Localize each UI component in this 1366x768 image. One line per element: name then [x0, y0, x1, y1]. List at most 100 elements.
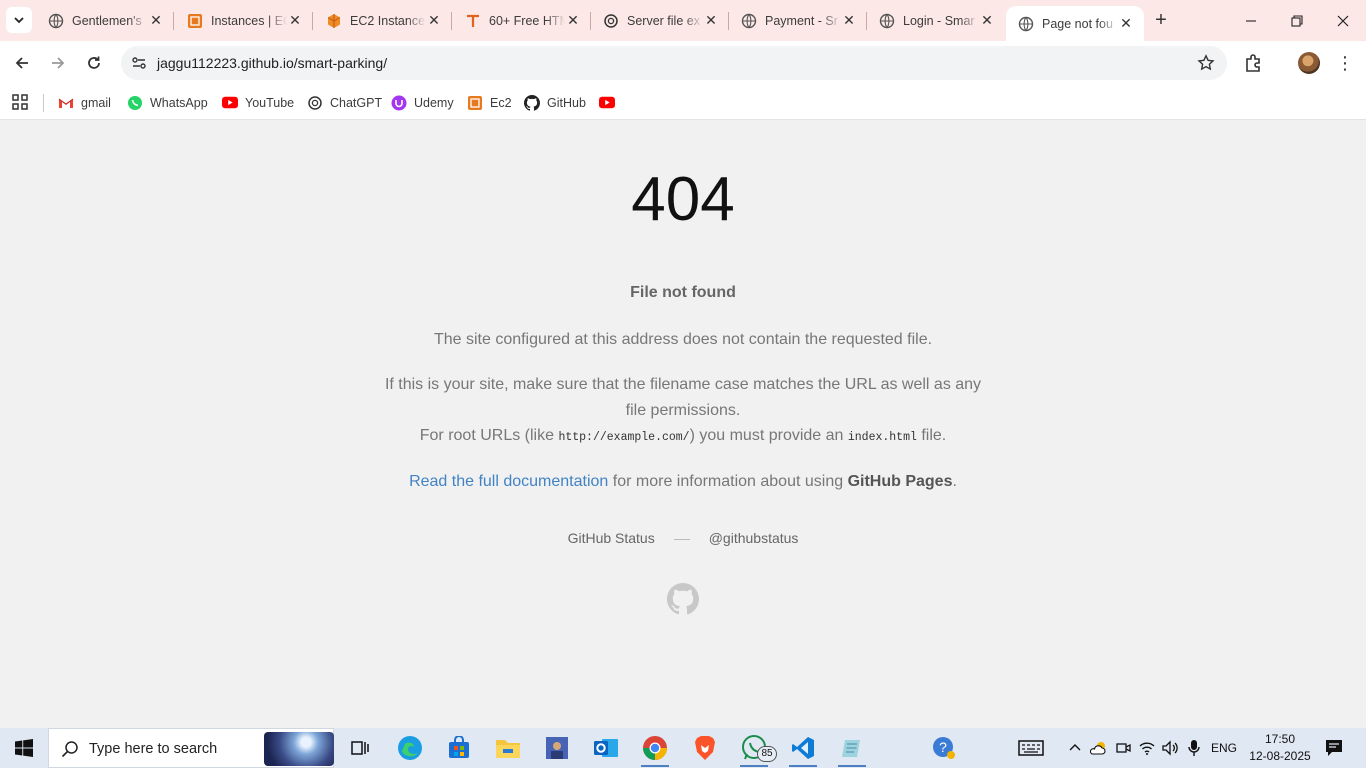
svg-text:?: ?	[939, 739, 947, 755]
taskbar-store[interactable]	[437, 728, 481, 768]
taskbar-notepad[interactable]	[830, 728, 874, 768]
close-tab-icon[interactable]: ✕	[841, 12, 857, 29]
close-tab-icon[interactable]: ✕	[565, 12, 581, 29]
bookmark-star-icon[interactable]	[1197, 54, 1215, 72]
chatgpt-icon	[307, 95, 323, 111]
tab-server-file[interactable]: Server file ex ✕	[591, 0, 729, 41]
youtube-icon	[599, 95, 615, 111]
udemy-icon	[391, 95, 407, 111]
bookmark-udemy[interactable]: Udemy	[391, 85, 454, 120]
footer-links: GitHub Status @githubstatus	[0, 530, 1366, 546]
close-tab-icon[interactable]: ✕	[287, 12, 303, 29]
tab-title: Server file ex	[627, 13, 700, 28]
menu-kebab-icon[interactable]: ⋮	[1335, 53, 1355, 73]
bookmark-gmail[interactable]: gmail	[58, 85, 111, 120]
docs-mid-text: for more information about using	[608, 473, 848, 490]
tray-volume-icon[interactable]	[1159, 728, 1181, 768]
tab-title: Login - Smar	[903, 13, 975, 28]
bookmark-ec2[interactable]: Ec2	[467, 85, 512, 120]
root-url-suffix: file.	[916, 427, 947, 444]
close-tab-icon[interactable]: ✕	[426, 12, 442, 29]
tray-language[interactable]: ENG	[1206, 728, 1242, 768]
tray-meet-icon[interactable]	[1112, 728, 1134, 768]
tab-login[interactable]: Login - Smar ✕	[867, 0, 1005, 41]
globe-icon	[879, 13, 895, 29]
error-heading: File not found	[630, 284, 736, 301]
brave-icon	[695, 736, 715, 760]
tray-microphone-icon[interactable]	[1183, 728, 1205, 768]
tab-free-html[interactable]: 60+ Free HTML ✕	[453, 0, 591, 41]
bookmark-chatgpt[interactable]: ChatGPT	[307, 85, 382, 120]
taskbar-search-box[interactable]: Type here to search	[48, 728, 334, 768]
bookmark-whatsapp[interactable]: WhatsApp	[127, 85, 208, 120]
taskbar-app-photo[interactable]	[535, 728, 579, 768]
tab-strip: Gentlemen's ✕ Instances | EC2 ✕ EC2 Inst…	[0, 0, 1366, 41]
forward-button[interactable]	[43, 48, 73, 78]
tab-ec2-instance[interactable]: EC2 Instance ✕	[314, 0, 452, 41]
close-tab-icon[interactable]: ✕	[1118, 15, 1134, 32]
restore-button[interactable]	[1274, 0, 1320, 41]
bookmark-youtube[interactable]: YouTube	[222, 85, 294, 120]
vscode-icon	[792, 737, 814, 759]
bookmark-youtube-2[interactable]	[599, 85, 622, 120]
tab-title: Payment - Sr	[765, 13, 838, 28]
tray-weather-icon[interactable]	[1088, 728, 1110, 768]
taskbar-outlook[interactable]	[584, 728, 628, 768]
tab-page-not-found[interactable]: Page not fou ✕	[1006, 6, 1144, 41]
task-view-button[interactable]	[338, 728, 382, 768]
t-icon	[465, 13, 481, 29]
tab-search-button[interactable]	[6, 7, 32, 33]
profile-avatar[interactable]	[1298, 52, 1320, 74]
tray-chevron-up-icon[interactable]	[1064, 728, 1086, 768]
taskbar-help[interactable]: ?	[922, 728, 966, 768]
github-status-link[interactable]: GitHub Status	[568, 530, 655, 546]
apps-grid-icon[interactable]	[11, 93, 29, 111]
extensions-icon[interactable]	[1243, 52, 1265, 74]
tab-gentlemens[interactable]: Gentlemen's ✕	[36, 0, 174, 41]
close-tab-icon[interactable]: ✕	[148, 12, 164, 29]
taskbar-chrome[interactable]	[633, 728, 677, 768]
tab-payment[interactable]: Payment - Sr ✕	[729, 0, 867, 41]
footer-dash	[673, 538, 690, 540]
outlook-icon	[594, 739, 618, 757]
tab-instances-ec2[interactable]: Instances | EC2 ✕	[175, 0, 313, 41]
tab-title: Instances | EC2	[211, 13, 287, 28]
bookmark-github[interactable]: GitHub	[524, 85, 586, 120]
url-text[interactable]: jaggu112223.github.io/smart-parking/	[157, 55, 387, 71]
globe-icon	[48, 13, 64, 29]
start-button[interactable]	[0, 728, 48, 768]
search-highlight-image	[264, 732, 334, 766]
plus-icon: +	[1155, 8, 1167, 31]
address-bar[interactable]: jaggu112223.github.io/smart-parking/	[121, 46, 1227, 80]
minimize-button[interactable]	[1228, 0, 1274, 41]
notification-icon	[1326, 740, 1342, 756]
aws-ec2-icon	[326, 13, 342, 29]
root-url-mid: ) you must provide an	[689, 427, 848, 444]
help-icon: ?	[933, 737, 955, 759]
reload-button[interactable]	[79, 48, 109, 78]
taskbar-vscode[interactable]	[781, 728, 825, 768]
photos-icon	[546, 737, 568, 759]
close-tab-icon[interactable]: ✕	[979, 12, 995, 29]
taskbar-brave[interactable]	[683, 728, 727, 768]
example-url-code: http://example.com/	[558, 431, 690, 444]
taskbar-file-explorer[interactable]	[486, 728, 530, 768]
site-info-icon[interactable]	[127, 51, 151, 75]
github-octocat-icon[interactable]	[667, 583, 699, 615]
notepad-icon	[842, 740, 860, 757]
close-tab-icon[interactable]: ✕	[703, 12, 719, 29]
error-help-text: If this is your site, make sure that the…	[378, 372, 988, 451]
back-button[interactable]	[7, 48, 37, 78]
documentation-link[interactable]: Read the full documentation	[409, 473, 608, 490]
taskbar-edge[interactable]	[388, 728, 432, 768]
taskbar-clock[interactable]: 17:50 12-08-2025	[1244, 731, 1316, 765]
bookmark-label: WhatsApp	[150, 95, 208, 110]
notifications-button[interactable]	[1318, 728, 1350, 768]
bookmark-label: gmail	[81, 95, 111, 110]
close-window-button[interactable]	[1320, 0, 1366, 41]
tray-wifi-icon[interactable]	[1136, 728, 1158, 768]
githubstatus-link[interactable]: @githubstatus	[709, 530, 799, 546]
tray-keyboard-icon[interactable]	[1014, 728, 1048, 768]
error-description: The site configured at this address does…	[433, 331, 933, 348]
new-tab-button[interactable]: +	[1149, 8, 1173, 32]
